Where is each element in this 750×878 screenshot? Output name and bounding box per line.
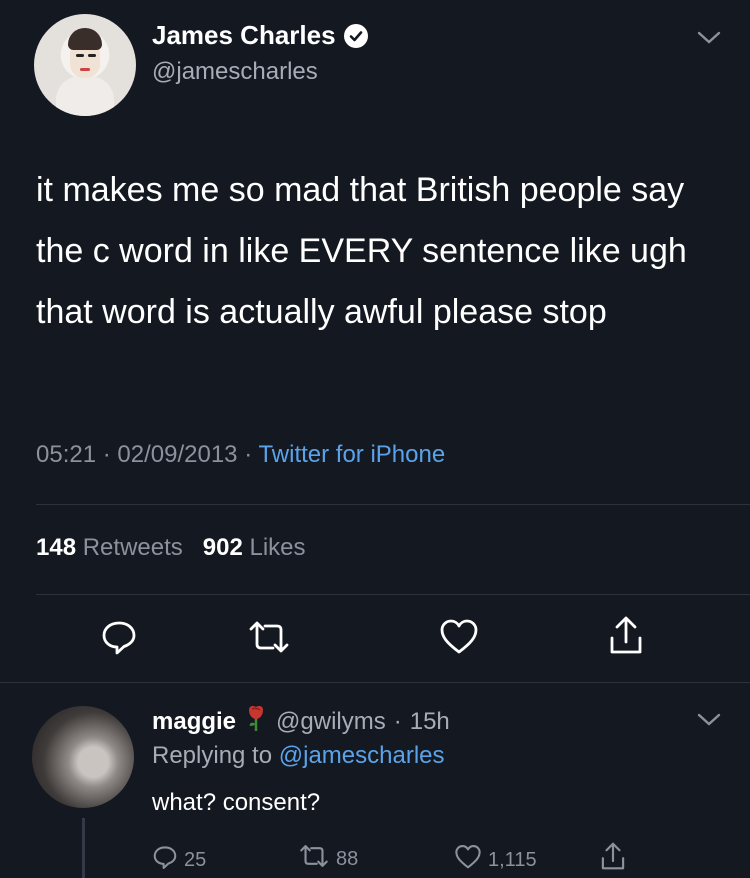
tweet-time: 05:21: [36, 441, 97, 468]
verified-badge-icon: [343, 23, 368, 48]
share-icon[interactable]: [608, 614, 644, 661]
thread-line: [82, 818, 85, 878]
avatar-hair: [68, 28, 102, 50]
rose-emoji: [244, 704, 268, 739]
reply-age: 15h: [409, 707, 450, 735]
likes-label: Likes: [249, 534, 306, 561]
avatar-eye: [76, 54, 84, 57]
divider: [36, 594, 750, 595]
share-icon: [600, 840, 626, 878]
retweet-count: 88: [336, 847, 359, 870]
retweets-label: Retweets: [82, 534, 183, 561]
meta-separator: ·: [244, 441, 253, 468]
likes-stat[interactable]: 902 Likes: [203, 534, 306, 561]
reply-share-action[interactable]: [600, 840, 626, 878]
author-avatar[interactable]: [34, 14, 136, 116]
retweet-icon[interactable]: [247, 620, 291, 659]
tweet-date: 02/09/2013: [117, 441, 238, 468]
tweet-metadata: 05:21 · 02/09/2013 · Twitter for iPhone: [36, 441, 445, 469]
replying-to-handle[interactable]: @jamescharles: [279, 742, 445, 769]
reply-retweet-action[interactable]: 88: [298, 844, 358, 874]
chevron-down-icon[interactable]: [696, 30, 722, 51]
author-name-row[interactable]: James Charles: [152, 20, 368, 51]
divider: [0, 682, 750, 683]
meta-separator: ·: [393, 707, 402, 735]
avatar-eye: [88, 54, 96, 57]
retweets-stat[interactable]: 148 Retweets: [36, 534, 189, 561]
tweet-stats: 148 Retweets 902 Likes: [36, 534, 306, 562]
divider: [36, 504, 750, 505]
avatar-body: [56, 76, 114, 116]
heart-icon: [454, 844, 482, 876]
likes-count: 902: [202, 534, 243, 561]
meta-separator: ·: [102, 441, 111, 468]
reply-author-avatar[interactable]: [32, 706, 134, 808]
author-name[interactable]: James Charles: [152, 20, 336, 51]
replying-to-line: Replying to @jamescharles: [152, 742, 445, 770]
replying-prefix: Replying to: [152, 742, 273, 769]
avatar-mouth: [80, 68, 90, 71]
tweet-client-link[interactable]: Twitter for iPhone: [258, 441, 445, 468]
reply-author-name[interactable]: maggie: [152, 708, 236, 736]
reply-icon[interactable]: [100, 618, 138, 661]
reply-reply-action[interactable]: 25: [152, 844, 206, 876]
reply-author-row[interactable]: maggie @gwilyms · 15h: [152, 704, 450, 739]
reply-text: what? consent?: [152, 789, 321, 816]
reply-like-action[interactable]: 1,115: [454, 844, 537, 876]
retweets-count: 148: [36, 534, 77, 561]
reply-count: 25: [184, 848, 207, 871]
retweet-icon: [298, 844, 330, 874]
tweet-text: it makes me so mad that British people s…: [36, 171, 687, 331]
author-handle[interactable]: @jamescharles: [152, 58, 318, 86]
chevron-down-icon[interactable]: [696, 712, 722, 733]
reply-author-handle[interactable]: @gwilyms: [276, 708, 386, 736]
reply-icon: [152, 844, 178, 876]
like-count: 1,115: [488, 848, 537, 871]
heart-icon[interactable]: [439, 618, 479, 661]
